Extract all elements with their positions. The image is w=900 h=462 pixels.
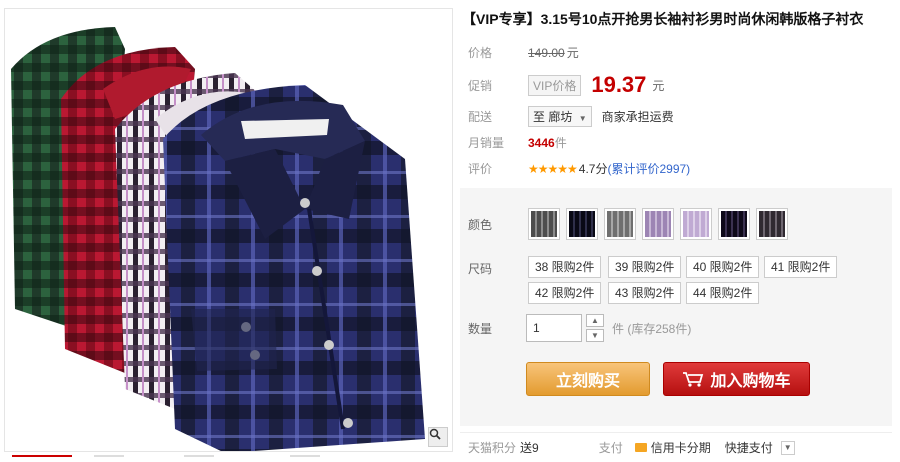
rating-score: 4.7分 [578, 162, 608, 176]
points-value: 送9 [520, 441, 539, 455]
quantity-decrease-icon[interactable]: ▼ [586, 329, 604, 342]
promo-price: 19.37 [591, 72, 647, 97]
color-swatch-gray-check[interactable] [528, 208, 560, 240]
swatch-image [721, 211, 747, 237]
size-option[interactable]: 41 限购2件 [764, 256, 838, 278]
price-unit: 元 [566, 46, 579, 60]
product-main-image[interactable] [4, 8, 453, 452]
thumbnail-strip [4, 455, 453, 462]
size-label: 尺码 [468, 262, 493, 276]
review-count-link[interactable]: (累计评价2997) [607, 160, 690, 177]
monthly-sales-unit: 件 [554, 136, 567, 150]
product-title: 【VIP专享】3.15号10点开抢男长袖衬衫男时尚休闲韩版格子衬衣 [462, 11, 864, 27]
thumbnail-3[interactable] [184, 455, 214, 462]
price-panel: 价格 149.00 元 促销 VIP价格 19.37 元 配送 至 廊坊 ▼ 商… [460, 38, 892, 184]
size-option[interactable]: 43 限购2件 [608, 282, 682, 304]
shipping-row: 配送 至 廊坊 ▼ 商家承担运费 [468, 106, 674, 127]
quantity-input[interactable]: 1 [526, 314, 582, 342]
credit-card-icon [634, 443, 647, 452]
promo-unit: 元 [652, 78, 665, 93]
quantity-label: 数量 [468, 322, 493, 336]
buy-now-button[interactable]: 立刻购买 [526, 362, 650, 396]
reviews-label: 评价 [468, 162, 493, 176]
pay-label: 支付 [598, 441, 623, 455]
size-option[interactable]: 44 限购2件 [686, 282, 760, 304]
shipping-note: 商家承担运费 [601, 110, 674, 124]
color-swatch-dark-purple-check[interactable] [718, 208, 750, 240]
size-option[interactable]: 40 限购2件 [686, 256, 760, 278]
thumbnail-4[interactable] [290, 455, 320, 462]
swatch-image [683, 211, 709, 237]
thumbnail-1[interactable] [12, 455, 72, 462]
sku-options: 颜色 尺码 38 限购2件 39 限购2件 40 限购2件 41 限购2件 42 限购2… [460, 188, 892, 426]
original-price: 149.00 [528, 45, 565, 60]
color-label: 颜色 [468, 218, 493, 232]
color-swatch-lilac-check[interactable] [642, 208, 674, 240]
color-swatch-navy-check[interactable] [566, 208, 598, 240]
monthly-sales-count: 3446 [528, 135, 555, 150]
quick-pay-label[interactable]: 快捷支付 [725, 439, 773, 456]
quantity-increase-icon[interactable]: ▲ [586, 314, 604, 327]
color-swatch-gray-white-check[interactable] [604, 208, 636, 240]
monthly-sales-row: 月销量 3446 件 [468, 134, 567, 151]
price-label: 价格 [468, 46, 493, 60]
stock-text: 件 (库存258件) [612, 322, 692, 336]
swatch-image [569, 211, 595, 237]
shipping-destination: 至 廊坊 [533, 110, 573, 124]
size-option[interactable]: 39 限购2件 [608, 256, 682, 278]
swatch-image [531, 211, 557, 237]
color-swatch-light-purple-check[interactable] [680, 208, 712, 240]
points-label: 天猫积分 [468, 441, 517, 455]
reviews-row: 评价 ★★★★★ 4.7分 (累计评价2997) [468, 160, 690, 177]
swatch-image [607, 211, 633, 237]
chevron-down-icon: ▼ [578, 114, 587, 123]
swatch-image [645, 211, 671, 237]
add-to-cart-button[interactable]: 加入购物车 [663, 362, 810, 396]
chevron-down-icon[interactable]: ▼ [780, 440, 795, 455]
price-row: 价格 149.00 元 [468, 44, 579, 61]
promo-label: 促销 [468, 78, 493, 93]
thumbnail-2[interactable] [94, 455, 124, 462]
zoom-icon[interactable] [428, 427, 448, 447]
size-option[interactable]: 38 限购2件 [528, 256, 602, 278]
shipping-destination-select[interactable]: 至 廊坊 ▼ [528, 106, 592, 127]
credit-card-label: 信用卡分期 [650, 441, 711, 455]
credit-card-installment[interactable]: 信用卡分期 [634, 439, 711, 456]
promo-row: 促销 VIP价格 19.37 元 [468, 72, 664, 98]
shipping-label: 配送 [468, 110, 493, 124]
monthly-sales-label: 月销量 [468, 136, 505, 150]
size-option[interactable]: 42 限购2件 [528, 282, 602, 304]
swatch-image [759, 211, 785, 237]
star-rating-icon: ★★★★★ [528, 161, 578, 176]
service-bar: 天猫积分 送9 支付 信用卡分期 快捷支付 ▼ [460, 432, 892, 462]
color-swatch-charcoal-check[interactable] [756, 208, 788, 240]
add-to-cart-label: 加入购物车 [710, 373, 791, 390]
cart-icon [683, 372, 704, 387]
vip-price-tag: VIP价格 [528, 74, 582, 96]
